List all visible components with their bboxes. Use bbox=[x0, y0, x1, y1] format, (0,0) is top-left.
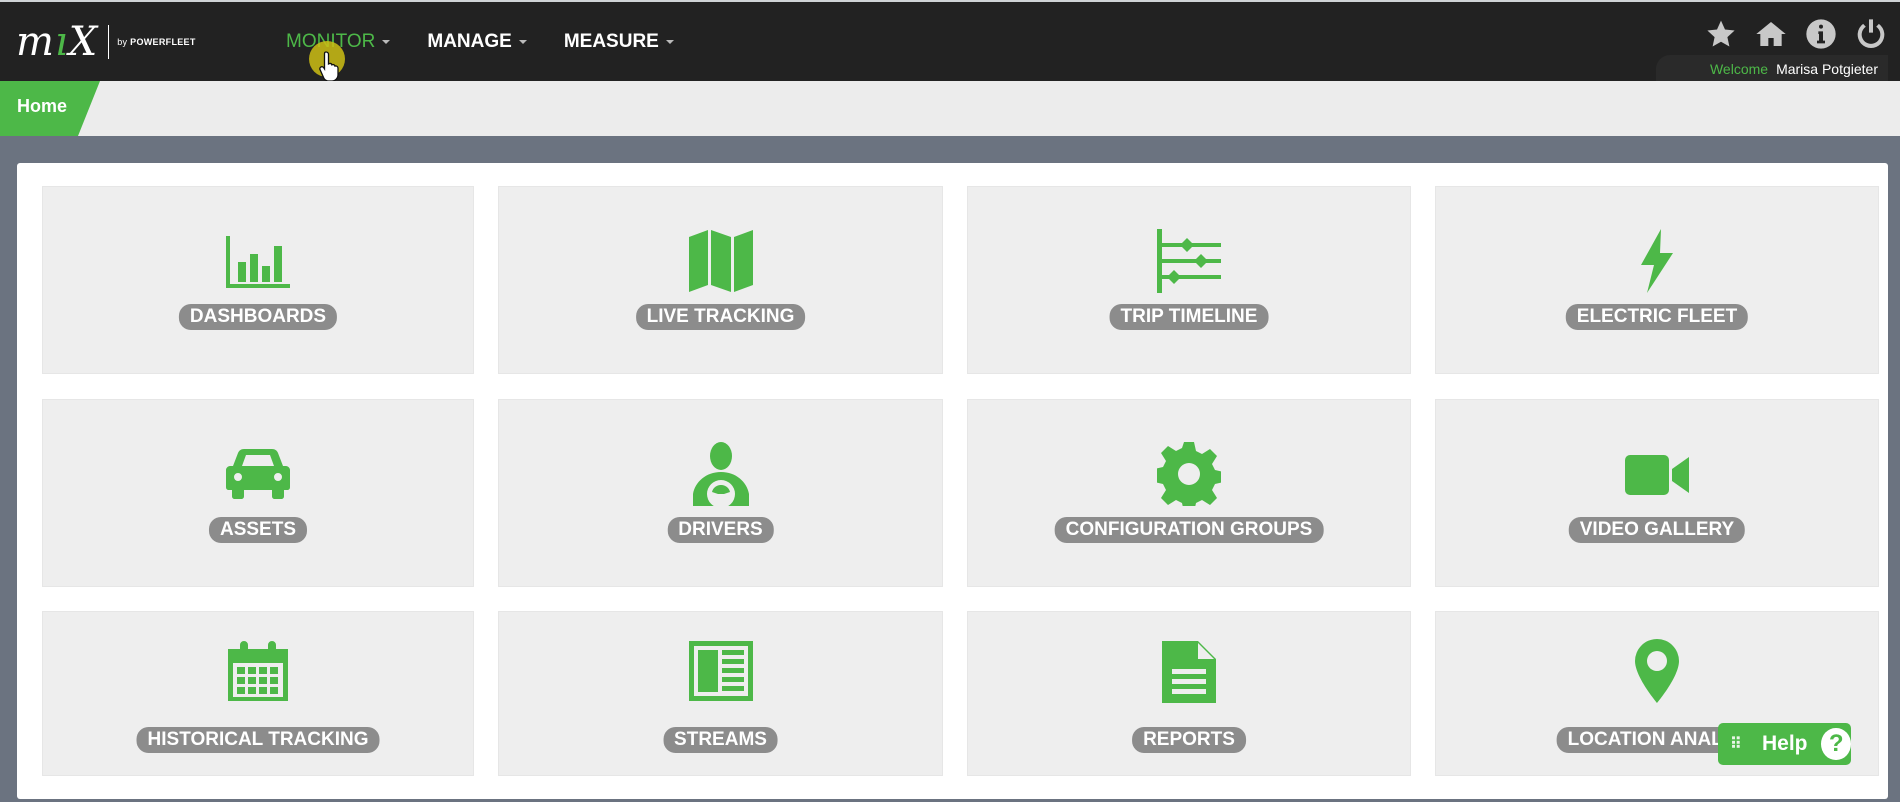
help-button[interactable]: ⠿ Help ? bbox=[1718, 723, 1851, 765]
main-nav: MONITOR MANAGE MEASURE bbox=[286, 2, 711, 81]
car-icon bbox=[226, 449, 290, 499]
user-name[interactable]: Marisa Potgieter bbox=[1776, 61, 1878, 77]
tile-assets-label: ASSETS bbox=[208, 517, 308, 543]
chevron-down-icon bbox=[665, 39, 674, 44]
welcome-greeting: Welcome bbox=[1709, 61, 1769, 77]
tile-electric-fleet-label: ELECTRIC FLEET bbox=[1565, 304, 1749, 330]
tile-electric-fleet[interactable]: ELECTRIC FLEET bbox=[1435, 186, 1879, 374]
tile-dashboards[interactable]: DASHBOARDS bbox=[42, 186, 474, 374]
tile-reports[interactable]: REPORTS bbox=[967, 611, 1411, 776]
bar-chart-icon bbox=[226, 236, 290, 288]
tile-video-gallery[interactable]: VIDEO GALLERY bbox=[1435, 399, 1879, 587]
gear-icon bbox=[1157, 442, 1221, 506]
calendar-icon bbox=[228, 641, 288, 701]
tile-streams-label: STREAMS bbox=[663, 727, 778, 753]
timeline-sliders-icon bbox=[1157, 229, 1221, 293]
tile-configuration-groups-label: CONFIGURATION GROUPS bbox=[1054, 517, 1324, 543]
video-camera-icon bbox=[1625, 455, 1689, 495]
chevron-down-icon bbox=[518, 39, 527, 44]
stream-columns-icon bbox=[688, 641, 753, 701]
document-icon bbox=[1162, 641, 1216, 703]
tile-assets[interactable]: ASSETS bbox=[42, 399, 474, 587]
info-icon bbox=[1806, 19, 1836, 49]
tile-live-tracking-label: LIVE TRACKING bbox=[635, 304, 806, 330]
nav-measure-label: MEASURE bbox=[563, 30, 659, 52]
tile-video-gallery-label: VIDEO GALLERY bbox=[1568, 517, 1746, 543]
map-icon bbox=[688, 229, 753, 293]
tile-drivers[interactable]: DRIVERS bbox=[498, 399, 943, 587]
logo-tagline-brand: POWERFLEET bbox=[130, 37, 196, 47]
hand-cursor-icon bbox=[319, 51, 339, 82]
help-label: Help bbox=[1761, 732, 1808, 755]
tile-drivers-label: DRIVERS bbox=[667, 517, 774, 543]
tile-historical-tracking-label: HISTORICAL TRACKING bbox=[136, 727, 380, 753]
tile-dashboards-label: DASHBOARDS bbox=[178, 304, 338, 330]
nav-manage-label: MANAGE bbox=[427, 30, 512, 52]
tile-live-tracking[interactable]: LIVE TRACKING bbox=[498, 186, 943, 374]
top-icon-group bbox=[1690, 16, 1890, 52]
tile-reports-label: REPORTS bbox=[1132, 727, 1246, 753]
logo-tagline: by POWERFLEET bbox=[117, 37, 195, 47]
nav-manage[interactable]: MANAGE bbox=[427, 30, 527, 53]
tile-configuration-groups[interactable]: CONFIGURATION GROUPS bbox=[967, 399, 1411, 587]
logo-tagline-prefix: by bbox=[117, 37, 128, 47]
star-icon bbox=[1707, 20, 1735, 47]
question-icon: ? bbox=[1821, 728, 1851, 760]
home-icon bbox=[1756, 22, 1786, 46]
power-icon bbox=[1857, 19, 1885, 48]
driver-icon bbox=[692, 442, 749, 506]
home-tiles-panel: DASHBOARDS LIVE TRACKING TRIP TIMELINE E… bbox=[17, 163, 1888, 799]
logout-button[interactable] bbox=[1852, 16, 1890, 52]
top-navigation-bar: mıX by POWERFLEET MONITOR MANAGE MEASURE bbox=[0, 0, 1900, 83]
drag-handle-icon[interactable]: ⠿ bbox=[1730, 734, 1754, 754]
map-pin-icon bbox=[1635, 639, 1679, 703]
logo-divider bbox=[108, 25, 110, 59]
breadcrumb: Home bbox=[0, 81, 1900, 136]
mix-logo[interactable]: mıX by POWERFLEET bbox=[16, 20, 226, 64]
tile-trip-timeline-label: TRIP TIMELINE bbox=[1109, 304, 1269, 330]
home-button[interactable] bbox=[1752, 16, 1790, 52]
tile-streams[interactable]: STREAMS bbox=[498, 611, 943, 776]
tile-historical-tracking[interactable]: HISTORICAL TRACKING bbox=[42, 611, 474, 776]
welcome-user: Welcome Marisa Potgieter bbox=[1656, 55, 1888, 83]
lightning-bolt-icon bbox=[1637, 229, 1677, 293]
info-button[interactable] bbox=[1802, 16, 1840, 52]
chevron-down-icon bbox=[382, 39, 391, 44]
nav-measure[interactable]: MEASURE bbox=[564, 31, 674, 53]
mix-wordmark: mıX bbox=[16, 19, 99, 65]
tile-trip-timeline[interactable]: TRIP TIMELINE bbox=[967, 186, 1411, 374]
favorites-button[interactable] bbox=[1702, 16, 1740, 52]
breadcrumb-home[interactable]: Home bbox=[0, 81, 100, 136]
